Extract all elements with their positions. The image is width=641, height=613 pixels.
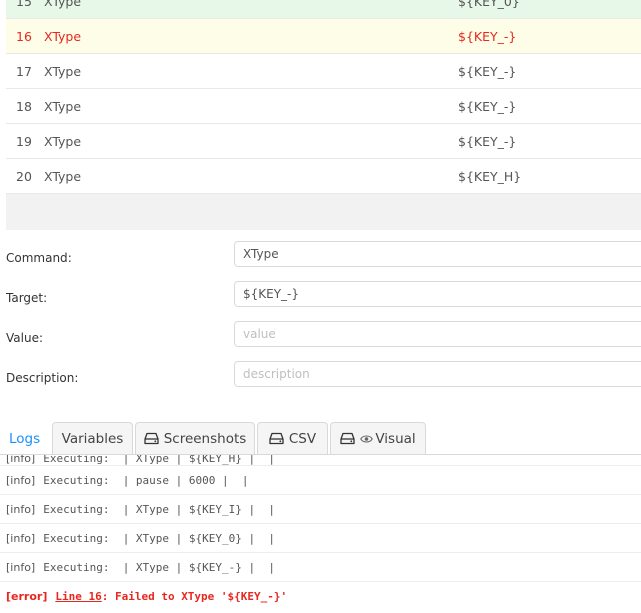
log-level: [info]: [6, 531, 36, 545]
tab-screenshots-label: Screenshots: [163, 430, 247, 447]
eye-icon: [360, 434, 374, 443]
log-text: Executing: | XType | ${KEY_-} | |: [43, 560, 276, 574]
command-row[interactable]: 18 XType ${KEY_-}: [6, 89, 641, 124]
hdd-icon: [269, 432, 284, 445]
description-label: Description:: [6, 371, 79, 385]
log-level: [info]: [6, 560, 36, 574]
command-row[interactable]: 20 XType ${KEY_H}: [6, 159, 641, 194]
log-entry: [info] Executing: | pause | 6000 | |: [0, 466, 641, 495]
log-level: [info]: [6, 473, 36, 487]
log-entry-error: [error] Line 16: Failed to XType '${KEY_-…: [0, 582, 641, 611]
error-line-link[interactable]: Line 16: [55, 590, 101, 603]
command-row[interactable]: 17 XType ${KEY_-}: [6, 54, 641, 89]
row-number: 19: [16, 133, 32, 149]
log-level: [info]: [6, 502, 36, 516]
row-command: XType: [44, 133, 82, 149]
tab-visual[interactable]: Visual: [330, 422, 426, 454]
command-row[interactable]: 19 XType ${KEY_-}: [6, 124, 641, 159]
value-input[interactable]: [234, 321, 641, 347]
row-command: XType: [44, 28, 82, 44]
log-entry: [info] Executing: | XType | ${KEY_H} | |: [0, 455, 641, 466]
log-text: Executing: | XType | ${KEY_0} | |: [43, 531, 276, 545]
log-level: [error]: [6, 590, 48, 603]
description-input[interactable]: [234, 361, 641, 387]
hdd-icon: [144, 432, 159, 445]
error-message: : Failed to XType '${KEY_-}': [101, 590, 288, 603]
row-target: ${KEY_H}: [458, 168, 522, 184]
row-number: 16: [16, 28, 32, 44]
row-number: 20: [16, 168, 32, 184]
command-input[interactable]: [234, 241, 641, 267]
row-target: ${KEY_-}: [458, 98, 517, 114]
command-label: Command:: [6, 251, 72, 265]
tab-logs-label: Logs: [9, 430, 41, 447]
row-target: ${KEY_-}: [458, 133, 517, 149]
log-panel: [info] Executing: | XType | ${KEY_H} | | …: [0, 455, 641, 613]
row-target: ${KEY_-}: [458, 63, 517, 79]
command-row[interactable]: 15 XType ${KEY_0}: [6, 0, 641, 19]
command-editor: Command: Target: Value: Description:: [0, 238, 641, 398]
row-command: XType: [44, 168, 82, 184]
command-table: 15 XType ${KEY_0} 16 XType ${KEY_-} 17 X…: [6, 0, 641, 194]
log-text: Executing: | XType | ${KEY_H} | |: [43, 455, 276, 465]
hdd-icon: [340, 432, 355, 445]
target-input[interactable]: [234, 281, 641, 307]
row-number: 18: [16, 98, 32, 114]
log-text: Executing: | pause | 6000 | |: [43, 473, 249, 487]
bottom-tabs: Logs Variables Screenshots CSV Visual: [0, 420, 641, 455]
tab-csv-label: CSV: [288, 430, 317, 447]
value-field-row: Value:: [0, 318, 641, 358]
row-target: ${KEY_0}: [458, 0, 520, 9]
log-entry: [info] Executing: | XType | ${KEY_-} | |: [0, 553, 641, 582]
tab-variables-label: Variables: [61, 430, 124, 447]
target-label: Target:: [6, 291, 48, 305]
row-number: 15: [16, 0, 32, 9]
tab-csv[interactable]: CSV: [257, 422, 328, 454]
description-field-row: Description:: [0, 358, 641, 398]
table-footer-area: [6, 194, 641, 230]
row-command: XType: [44, 63, 82, 79]
tab-visual-label: Visual: [375, 430, 416, 447]
log-level: [info]: [6, 455, 36, 465]
tab-screenshots[interactable]: Screenshots: [135, 422, 255, 454]
command-field-row: Command:: [0, 238, 641, 278]
tab-variables[interactable]: Variables: [52, 422, 133, 454]
log-entry: [info] Executing: | XType | ${KEY_0} | |: [0, 524, 641, 553]
command-row[interactable]: 16 XType ${KEY_-}: [6, 19, 641, 54]
log-text: Executing: | XType | ${KEY_I} | |: [43, 502, 276, 516]
tab-logs[interactable]: Logs: [0, 422, 50, 454]
log-entry: [info] Executing: | XType | ${KEY_I} | |: [0, 495, 641, 524]
row-command: XType: [44, 0, 82, 9]
row-number: 17: [16, 63, 32, 79]
value-label: Value:: [6, 331, 43, 345]
target-field-row: Target:: [0, 278, 641, 318]
row-command: XType: [44, 98, 82, 114]
row-target: ${KEY_-}: [458, 28, 517, 44]
